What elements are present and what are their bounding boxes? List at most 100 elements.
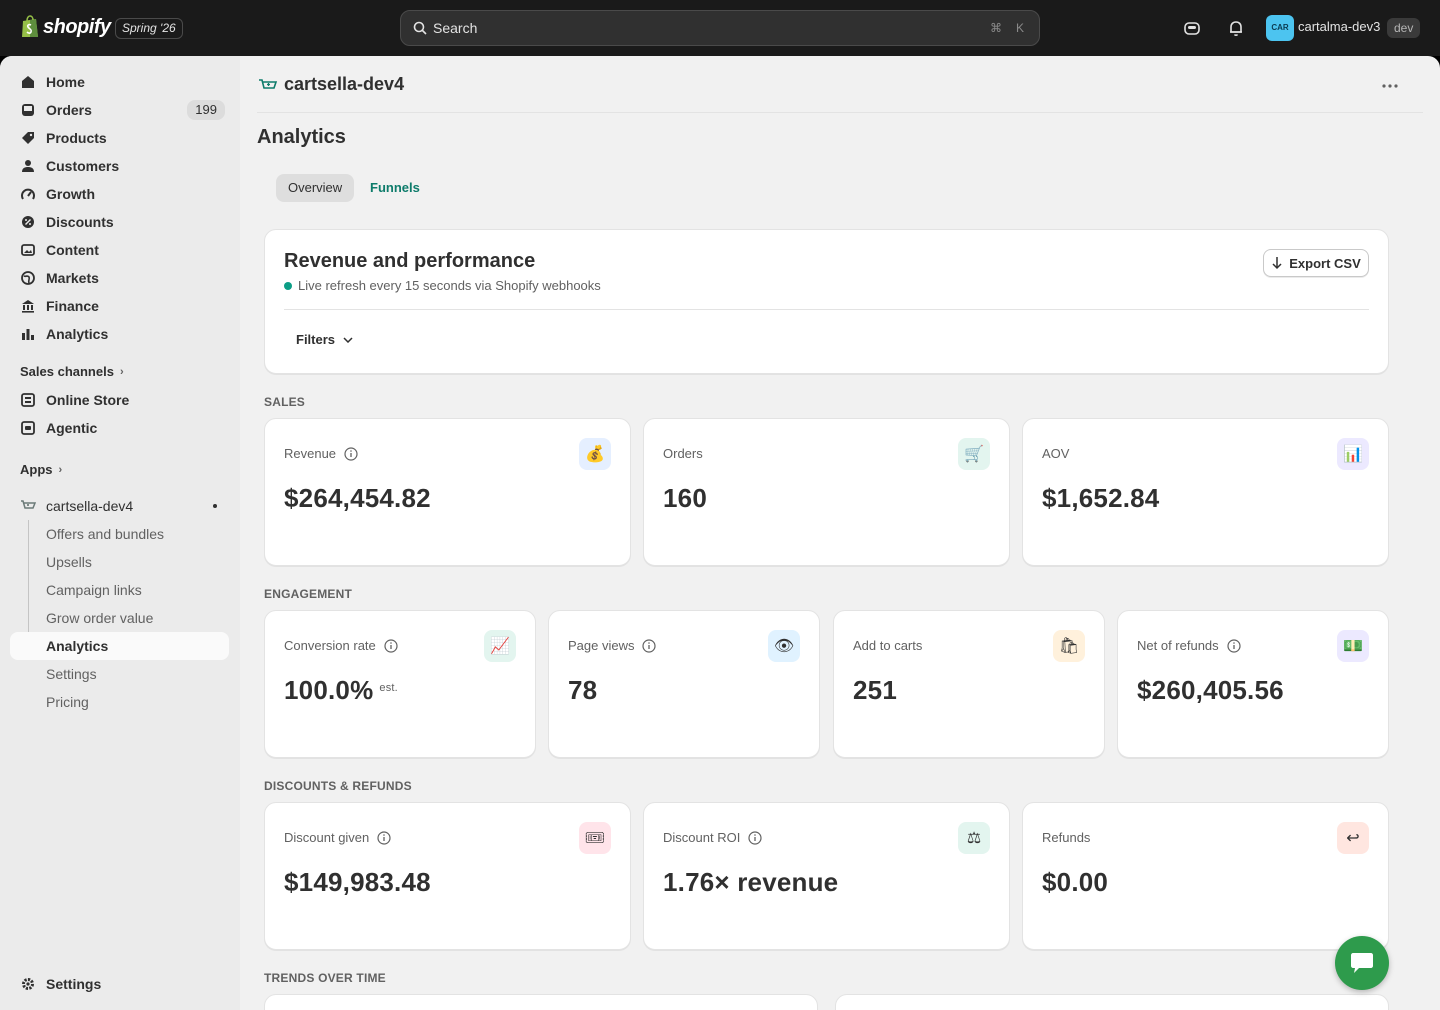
sidebar-item-analytics[interactable]: Analytics bbox=[10, 320, 229, 348]
sidebar-item-online-store[interactable]: Online Store bbox=[10, 386, 229, 414]
metric-value: 78 bbox=[568, 675, 598, 705]
tab-funnels[interactable]: Funnels bbox=[358, 174, 432, 202]
metric-card-discount-roi: Discount ROI 1.76× revenue ⚖ bbox=[643, 802, 1010, 950]
orders-count-badge: 199 bbox=[187, 100, 225, 120]
shopify-bag-icon bbox=[22, 15, 38, 37]
export-csv-button[interactable]: Export CSV bbox=[1263, 249, 1369, 277]
info-icon[interactable] bbox=[344, 446, 358, 461]
sidebar-item-app-cartsella[interactable]: cartsella-dev4 bbox=[10, 492, 229, 520]
section-label-engagement: ENGAGEMENT bbox=[264, 587, 353, 601]
more-actions-icon[interactable] bbox=[1380, 76, 1400, 96]
metric-label-text: Add to carts bbox=[853, 638, 923, 653]
edition-badge[interactable]: Spring '26 bbox=[115, 18, 183, 39]
app-subitem-grow-order-value[interactable]: Grow order value bbox=[10, 604, 229, 632]
filters-label: Filters bbox=[296, 332, 336, 347]
apps-heading[interactable]: Apps › bbox=[20, 462, 62, 477]
metric-label: Revenue bbox=[284, 446, 358, 461]
store-avatar[interactable]: CAR bbox=[1266, 15, 1294, 41]
sidebar-item-home[interactable]: Home bbox=[10, 68, 229, 96]
app-subitem-analytics[interactable]: Analytics bbox=[10, 632, 229, 660]
sidebar-item-discounts[interactable]: Discounts bbox=[10, 208, 229, 236]
sidebar-item-label: Customers bbox=[46, 158, 120, 174]
section-label-trends: TRENDS OVER TIME bbox=[264, 971, 386, 985]
divider bbox=[284, 309, 1369, 310]
sales-channels-heading[interactable]: Sales channels › bbox=[20, 364, 124, 379]
metric-card-net-of-refunds: Net of refunds $260,405.56 💵 bbox=[1117, 610, 1389, 758]
sidebar-item-label: Products bbox=[46, 130, 107, 146]
divider bbox=[257, 112, 1423, 113]
top-bar: shopify Spring '26 Search ⌘ K CAR cartal… bbox=[0, 0, 1440, 56]
metric-label-text: Refunds bbox=[1042, 830, 1091, 845]
metric-card-refunds: Refunds $0.00 ↩ bbox=[1022, 802, 1389, 950]
info-icon[interactable] bbox=[748, 830, 762, 845]
app-subitem-campaign-links[interactable]: Campaign links bbox=[10, 576, 229, 604]
filters-toggle[interactable]: Filters bbox=[296, 332, 353, 347]
app-name-label: cartsella-dev4 bbox=[46, 498, 134, 514]
brand-wordmark: shopify bbox=[43, 15, 111, 38]
subitem-label: Upsells bbox=[46, 554, 92, 570]
metric-label: Orders bbox=[663, 446, 703, 461]
metric-card-orders: Orders 160 🛒 bbox=[643, 418, 1010, 566]
metric-label: Net of refunds bbox=[1137, 638, 1241, 653]
sidekick-icon[interactable] bbox=[1182, 18, 1202, 38]
metric-value: 1.76× revenue bbox=[663, 867, 839, 897]
page-title: Analytics bbox=[257, 126, 346, 148]
search-icon bbox=[413, 21, 427, 35]
metric-value: 251 bbox=[853, 675, 897, 705]
shopify-logo[interactable]: shopify bbox=[20, 15, 111, 39]
metric-label-text: Revenue bbox=[284, 446, 337, 461]
info-icon[interactable] bbox=[377, 830, 391, 845]
tab-overview[interactable]: Overview bbox=[276, 174, 355, 202]
live-status-dot bbox=[284, 281, 292, 290]
admin-frame: Home Orders 199 Products Customers Growt… bbox=[0, 56, 1440, 1010]
sidebar-item-label: Discounts bbox=[46, 214, 114, 230]
bell-icon[interactable] bbox=[1226, 18, 1246, 38]
gear-icon bbox=[20, 976, 36, 992]
app-subitem-settings[interactable]: Settings bbox=[10, 660, 229, 688]
section-label-discounts-refunds: DISCOUNTS & REFUNDS bbox=[264, 779, 412, 793]
bar-chart-icon: 📊 bbox=[1337, 438, 1369, 470]
tag-icon bbox=[20, 130, 36, 146]
shopping-bags-icon: 🛍 bbox=[1053, 630, 1085, 662]
metric-value: 100.0% est. bbox=[284, 675, 398, 706]
discount-icon bbox=[20, 214, 36, 230]
app-subitem-offers[interactable]: Offers and bundles bbox=[10, 520, 229, 548]
metric-card-revenue: Revenue $264,454.82 💰 bbox=[264, 418, 631, 566]
export-csv-label: Export CSV bbox=[1289, 255, 1361, 271]
app-status-dot bbox=[213, 504, 217, 508]
sidebar-item-orders[interactable]: Orders 199 bbox=[10, 96, 229, 124]
info-icon[interactable] bbox=[642, 638, 657, 653]
sidebar-item-agentic[interactable]: Agentic bbox=[10, 414, 229, 442]
shortcut-k-key: K bbox=[1015, 21, 1024, 35]
search-bar[interactable]: Search ⌘ K bbox=[400, 10, 1040, 46]
app-subitem-upsells[interactable]: Upsells bbox=[10, 548, 229, 576]
sidebar-item-markets[interactable]: Markets bbox=[10, 264, 229, 292]
inbox-icon bbox=[20, 102, 36, 118]
metric-value: 160 bbox=[663, 483, 707, 513]
chevron-down-icon bbox=[343, 336, 353, 343]
info-icon[interactable] bbox=[1227, 638, 1241, 653]
scale-icon: ⚖ bbox=[958, 822, 990, 854]
sales-channels-label: Sales channels bbox=[20, 364, 114, 379]
sidebar-item-settings[interactable]: Settings bbox=[10, 970, 229, 998]
metric-label-text: Discount ROI bbox=[663, 830, 741, 845]
sidebar-item-customers[interactable]: Customers bbox=[10, 152, 229, 180]
info-icon[interactable] bbox=[384, 638, 398, 653]
metric-label: AOV bbox=[1042, 446, 1069, 461]
store-name[interactable]: cartalma-dev3 bbox=[1298, 19, 1380, 34]
metric-label-text: AOV bbox=[1042, 446, 1070, 461]
sidebar-item-growth[interactable]: Growth bbox=[10, 180, 229, 208]
agent-icon bbox=[20, 420, 36, 436]
subitem-label: Pricing bbox=[46, 694, 89, 710]
sidebar-item-content[interactable]: Content bbox=[10, 236, 229, 264]
metric-label: Add to carts bbox=[853, 638, 922, 653]
trend-up-icon: 📈 bbox=[484, 630, 516, 662]
apps-label: Apps bbox=[20, 462, 53, 477]
sidebar-item-products[interactable]: Products bbox=[10, 124, 229, 152]
search-placeholder: Search bbox=[433, 20, 478, 36]
live-status-text: Live refresh every 15 seconds via Shopif… bbox=[298, 278, 601, 293]
sidebar-item-finance[interactable]: Finance bbox=[10, 292, 229, 320]
download-icon bbox=[1272, 257, 1282, 270]
app-subitem-pricing[interactable]: Pricing bbox=[10, 688, 229, 716]
chat-button[interactable] bbox=[1335, 936, 1389, 990]
